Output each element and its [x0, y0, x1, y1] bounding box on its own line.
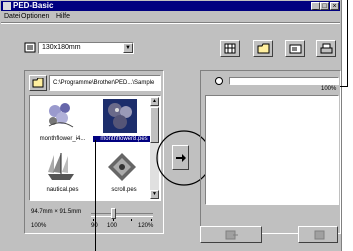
grid-view-button[interactable]: [220, 40, 240, 57]
machine-icon: [289, 44, 302, 54]
delete-from-card-button[interactable]: [298, 226, 338, 243]
print-button[interactable]: [316, 40, 336, 57]
menu-bar: Datei Optionen Hilfe: [1, 12, 340, 21]
open-folder-button[interactable]: [253, 40, 273, 57]
slider-tick: [113, 219, 114, 221]
folder-icon: [257, 43, 270, 54]
file-item-selected[interactable]: monthflower8.pes: [93, 99, 155, 149]
card-write-icon: [225, 230, 238, 240]
menu-optionen[interactable]: Optionen: [21, 12, 49, 21]
slider-thumb[interactable]: [111, 208, 116, 219]
scroll-down-button[interactable]: ▼: [150, 190, 159, 199]
scroll-up-button[interactable]: ▲: [150, 97, 159, 106]
file-name-label: monthflower_i4...: [39, 136, 86, 142]
file-name-label: nautical.pes: [46, 187, 79, 193]
hoop-size-select[interactable]: 130x180mm ▼: [38, 42, 134, 54]
file-name-label: monthflower8.pes: [93, 136, 155, 142]
write-to-card-button[interactable]: [200, 226, 262, 243]
slider-tick: [131, 219, 132, 221]
toolbar-divider-light: [1, 23, 340, 24]
callout-line-horizontal: [340, 86, 348, 87]
card-contents-list[interactable]: [205, 95, 339, 205]
file-item[interactable]: nautical.pes: [35, 152, 90, 200]
card-indicator-icon: [215, 77, 223, 85]
title-bar[interactable]: PED-Basic _ □ ×: [1, 1, 340, 11]
callout-line-vertical: [347, 0, 348, 86]
folder-path-field[interactable]: C:\Programme\Brother\PED...\Sample: [49, 75, 161, 91]
application-window: PED-Basic _ □ × Datei Optionen Hilfe 130…: [0, 0, 342, 251]
design-dimensions: 94.7mm × 91.5mm: [31, 209, 82, 215]
callout-line-selected: [95, 140, 96, 251]
flower-design-thumbnail: [108, 103, 132, 129]
zoom-slider[interactable]: [91, 207, 153, 221]
window-title: PED-Basic: [13, 1, 54, 10]
close-button[interactable]: ×: [330, 2, 339, 10]
file-item[interactable]: monthflower_i4...: [35, 99, 90, 149]
chevron-down-icon[interactable]: ▼: [123, 43, 133, 53]
minimize-button[interactable]: _: [311, 2, 320, 10]
scroll-design-thumbnail: [108, 153, 136, 181]
slider-track: [91, 213, 153, 217]
sewing-machine-button[interactable]: [285, 40, 305, 57]
hoop-icon: [24, 42, 36, 53]
ship-design-thumbnail: [48, 153, 74, 180]
file-item[interactable]: scroll.pes: [93, 152, 155, 200]
slider-tick: [151, 219, 152, 221]
card-capacity-bar: [229, 77, 339, 85]
card-capacity-label: 100%: [321, 86, 337, 92]
card-capacity-fill: [230, 78, 338, 84]
card-delete-icon: [314, 230, 325, 240]
flower-design-thumbnail: [48, 103, 74, 128]
app-icon[interactable]: [3, 2, 11, 10]
slider-tick: [93, 219, 94, 221]
browse-folder-button[interactable]: [29, 75, 47, 91]
zoom-tick-100: 100: [107, 223, 118, 229]
zoom-tick-120: 120%: [138, 223, 154, 229]
hoop-size-value: 130x180mm: [42, 44, 81, 51]
printer-icon: [320, 43, 333, 54]
file-name-label: scroll.pes: [111, 187, 137, 193]
grid-icon: [224, 43, 236, 54]
folder-path-text: C:\Programme\Brother\PED...\Sample: [53, 80, 155, 86]
menu-datei[interactable]: Datei: [4, 12, 20, 21]
menu-hilfe[interactable]: Hilfe: [56, 12, 70, 21]
card-panel: 100%: [200, 70, 341, 234]
folder-icon: [32, 78, 44, 88]
maximize-button[interactable]: □: [320, 2, 329, 10]
zoom-percent: 100%: [31, 223, 47, 229]
file-browser-panel: C:\Programme\Brother\PED...\Sample month…: [24, 70, 164, 234]
